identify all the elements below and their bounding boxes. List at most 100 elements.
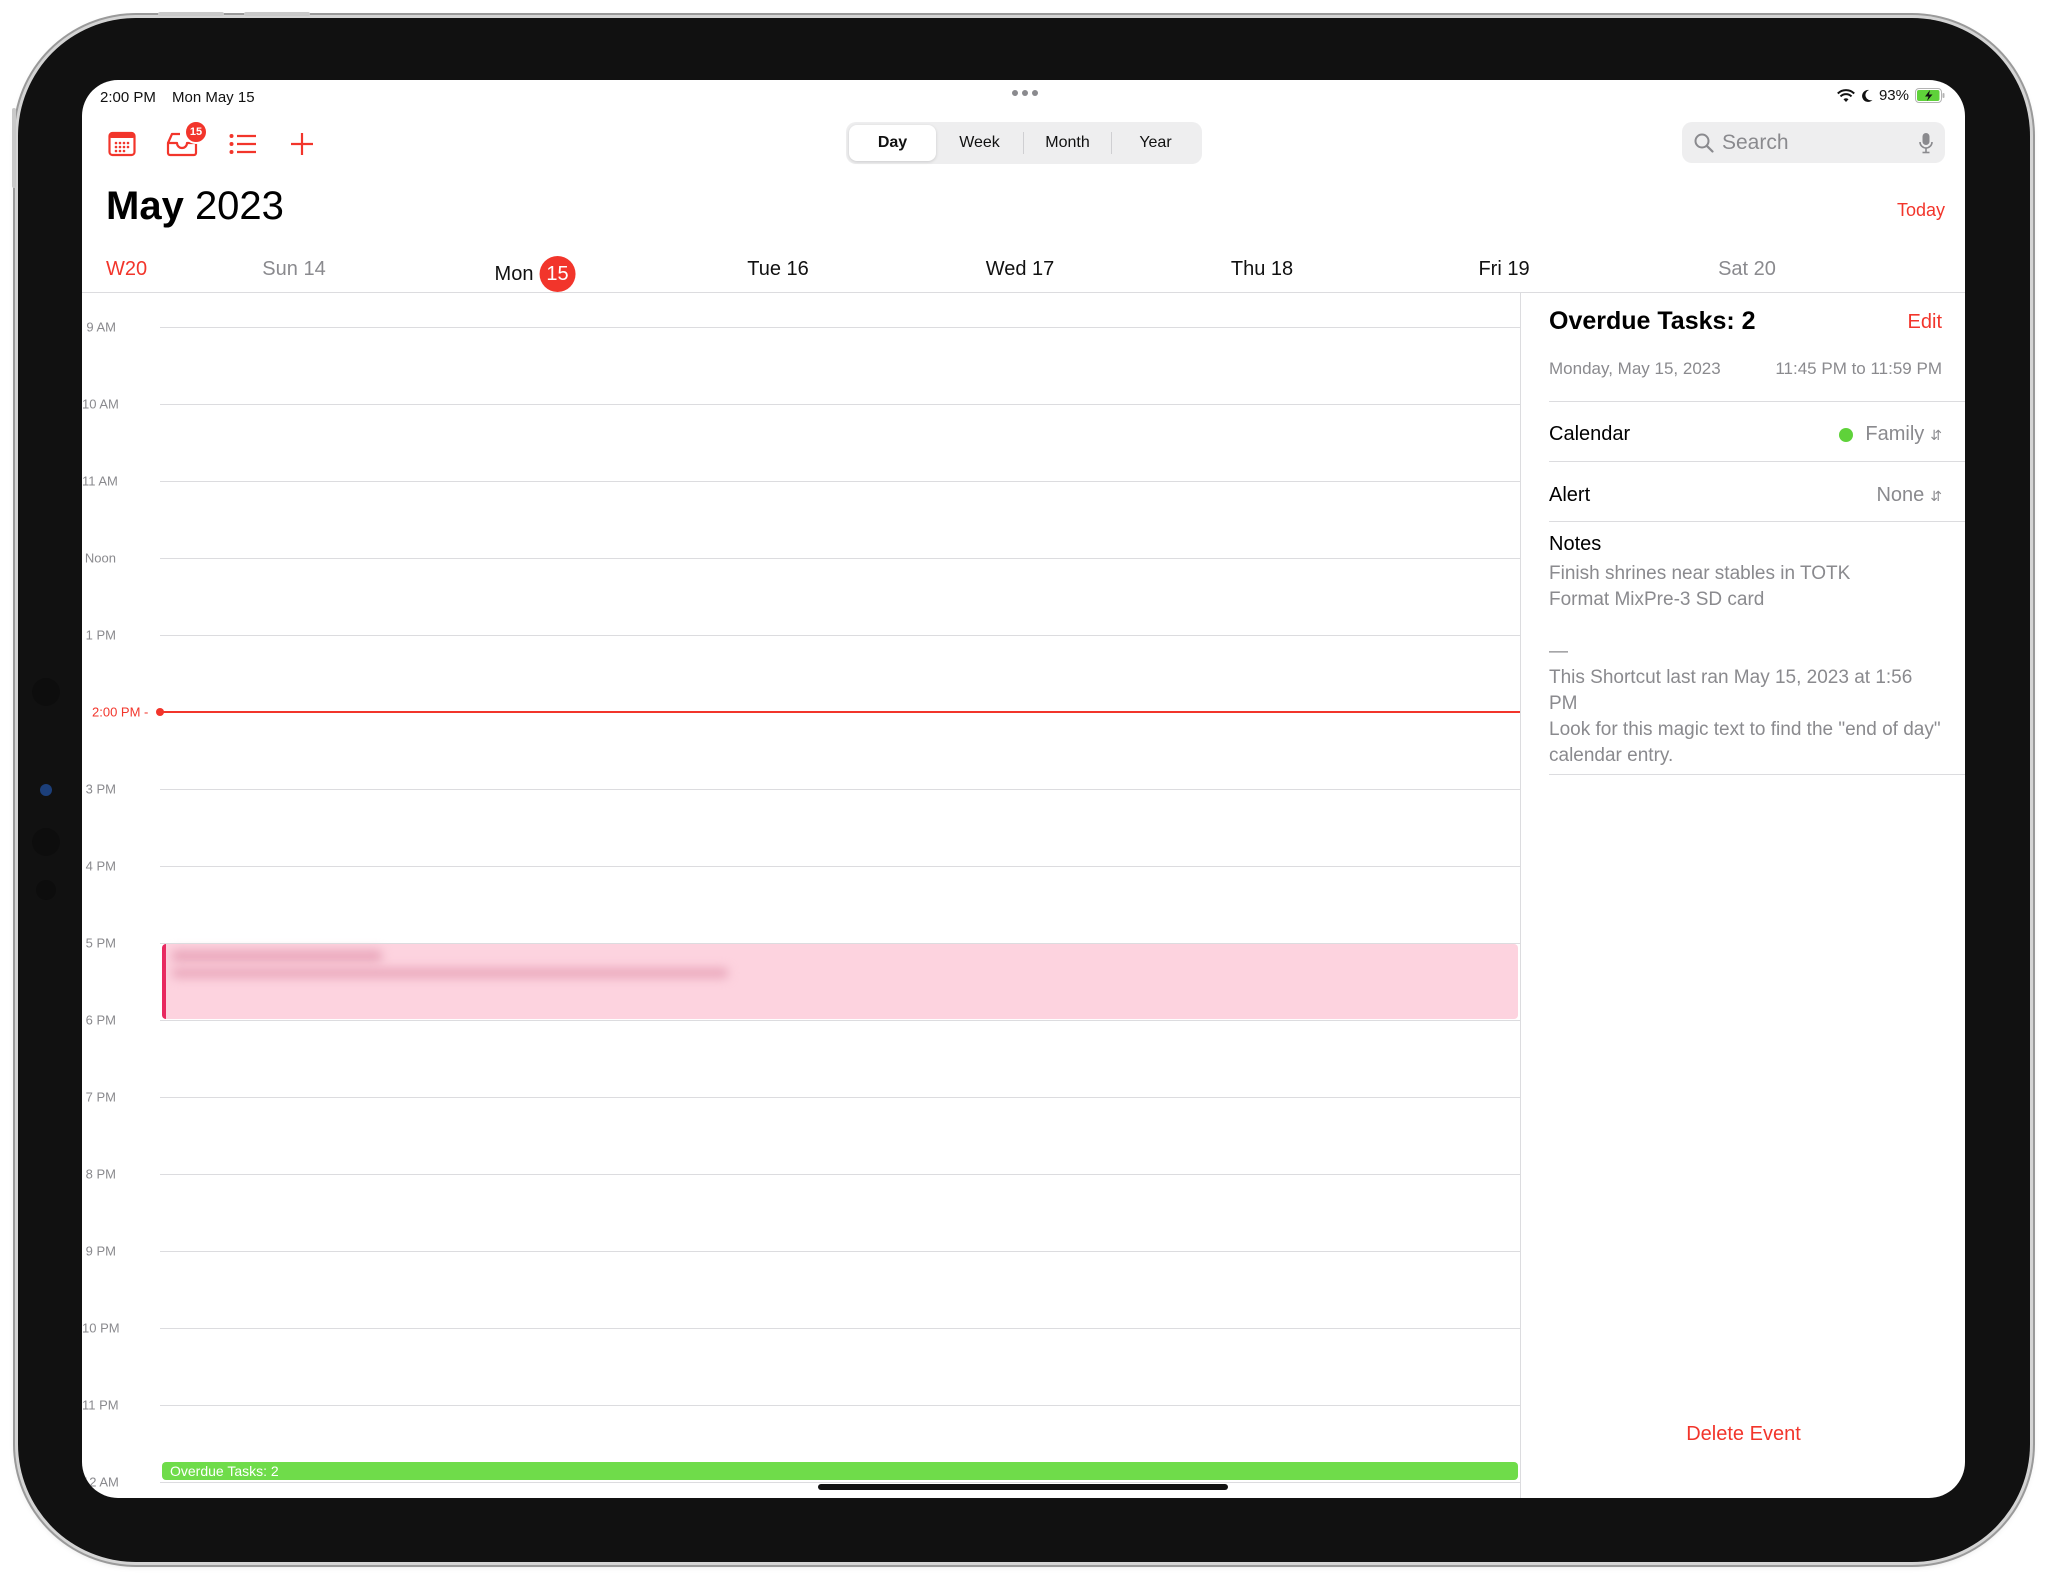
event-overdue-tasks[interactable]: Overdue Tasks: 2	[162, 1462, 1518, 1480]
calendars-icon	[108, 131, 136, 157]
day-header[interactable]: Wed 17	[986, 258, 1055, 281]
hour-gridline	[160, 1020, 1520, 1021]
camera-lens-icon	[32, 678, 60, 706]
week-header: W20 Sun 14 Mon 15 Tue 16 Wed 17 Thu 18 F…	[82, 250, 1965, 293]
hour-gridline	[160, 1405, 1520, 1406]
hour-gridline	[160, 635, 1520, 636]
title-year: 2023	[194, 184, 284, 228]
volume-up-button	[158, 12, 224, 16]
hour-label: 11 AM	[82, 473, 118, 489]
day-header-today[interactable]: Mon 15	[495, 256, 576, 292]
divider	[1549, 774, 1965, 775]
week-number: W20	[106, 258, 148, 280]
day-header[interactable]: Sat 20	[1718, 258, 1776, 281]
volume-down-button	[244, 12, 310, 16]
page-title: May 2023	[106, 184, 284, 229]
day-header-label: Mon	[494, 262, 534, 285]
hour-label: Noon	[84, 550, 116, 566]
day-timeline[interactable]: Overdue Tasks: 2 9 AM 10 AM 11 AM Noon 1 PM 3…	[82, 293, 1520, 1498]
hour-gridline	[160, 1482, 1520, 1483]
add-event-button[interactable]	[282, 124, 322, 164]
top-button	[12, 108, 16, 188]
wifi-icon	[1837, 88, 1855, 102]
hour-gridline	[160, 481, 1520, 482]
tab-year[interactable]: Year	[1112, 125, 1199, 161]
current-time-dot	[156, 708, 164, 716]
event-time-range: 11:45 PM to 11:59 PM	[1775, 359, 1942, 378]
hour-gridline	[160, 1328, 1520, 1329]
day-header[interactable]: Sun 14	[262, 258, 325, 281]
tab-week[interactable]: Week	[936, 125, 1023, 161]
home-indicator[interactable]	[818, 1484, 1228, 1490]
alert-value: None	[1876, 484, 1925, 506]
alert-label: Alert	[1549, 484, 1591, 506]
day-header[interactable]: Thu 18	[1231, 258, 1293, 281]
moon-icon	[1862, 89, 1873, 102]
calendar-value: Family	[1865, 423, 1925, 445]
event-redacted[interactable]	[162, 944, 1518, 1019]
status-time: 2:00 PM	[100, 89, 156, 106]
title-month: May	[106, 184, 184, 228]
calendar-picker[interactable]: Family ⇵	[1839, 423, 1942, 446]
hour-label: 6 PM	[85, 1012, 116, 1028]
tab-day[interactable]: Day	[849, 125, 936, 161]
hour-gridline	[160, 943, 1520, 944]
inbox-badge: 15	[184, 120, 208, 144]
hour-label: 11 PM	[82, 1397, 119, 1413]
hour-gridline	[160, 789, 1520, 790]
chevron-up-down-icon: ⇵	[1930, 426, 1942, 443]
flash-icon	[36, 880, 56, 900]
hour-label: 1 PM	[85, 627, 116, 643]
inbox-button[interactable]: 15	[162, 120, 208, 164]
hour-label: 4 PM	[85, 858, 116, 874]
delete-event-button[interactable]: Delete Event	[1521, 1423, 1965, 1446]
event-date: Monday, May 15, 2023	[1549, 359, 1721, 378]
hour-gridline	[160, 866, 1520, 867]
hour-gridline	[160, 404, 1520, 405]
hour-gridline	[160, 558, 1520, 559]
hour-label: 8 PM	[85, 1166, 116, 1182]
hour-label: 9 PM	[85, 1243, 116, 1259]
add-icon	[291, 133, 313, 155]
hour-label: 10 PM	[82, 1320, 120, 1336]
battery-charging-icon	[1915, 88, 1945, 103]
hour-label: 10 AM	[82, 396, 119, 412]
camera-lens-icon	[32, 828, 60, 856]
list-button[interactable]	[223, 124, 263, 164]
event-details-redacted	[172, 968, 728, 978]
hour-gridline	[160, 327, 1520, 328]
day-header[interactable]: Fri 19	[1478, 258, 1529, 281]
search-icon	[1694, 133, 1714, 153]
list-icon	[229, 134, 256, 154]
tab-month[interactable]: Month	[1024, 125, 1111, 161]
alert-picker[interactable]: None ⇵	[1876, 484, 1942, 507]
status-date: Mon May 15	[172, 89, 255, 106]
screen: 2:00 PM Mon May 15 93% 15 Day Week Month…	[82, 80, 1965, 1498]
notes-label: Notes	[1549, 533, 1602, 555]
hour-gridline	[160, 1251, 1520, 1252]
divider	[1549, 461, 1965, 462]
notes-text[interactable]: Finish shrines near stables in TOTK Form…	[1549, 561, 1941, 769]
front-camera-icon	[40, 784, 52, 796]
day-header[interactable]: Tue 16	[747, 258, 809, 281]
status-indicators: 93%	[1837, 87, 1945, 104]
calendar-color-dot	[1839, 427, 1854, 442]
hour-label: 12 AM	[82, 1474, 119, 1490]
hour-label: 7 PM	[85, 1089, 116, 1105]
search-input[interactable]	[1720, 129, 1919, 156]
current-time-line	[160, 711, 1520, 713]
hour-label: 5 PM	[85, 935, 116, 951]
event-detail-panel: Overdue Tasks: 2 Edit Monday, May 15, 20…	[1520, 293, 1965, 1498]
hour-label: 3 PM	[85, 781, 116, 797]
hour-gridline	[160, 1097, 1520, 1098]
edit-button[interactable]: Edit	[1908, 311, 1942, 334]
ellipsis-icon[interactable]	[1012, 90, 1038, 96]
view-switcher: Day Week Month Year	[846, 122, 1202, 164]
divider	[1549, 521, 1965, 522]
calendars-button[interactable]	[102, 124, 142, 164]
search-field[interactable]	[1682, 122, 1945, 163]
chevron-up-down-icon: ⇵	[1930, 487, 1942, 504]
today-button[interactable]: Today	[1897, 200, 1945, 221]
microphone-icon[interactable]	[1919, 132, 1933, 154]
event-title-redacted	[172, 950, 382, 962]
